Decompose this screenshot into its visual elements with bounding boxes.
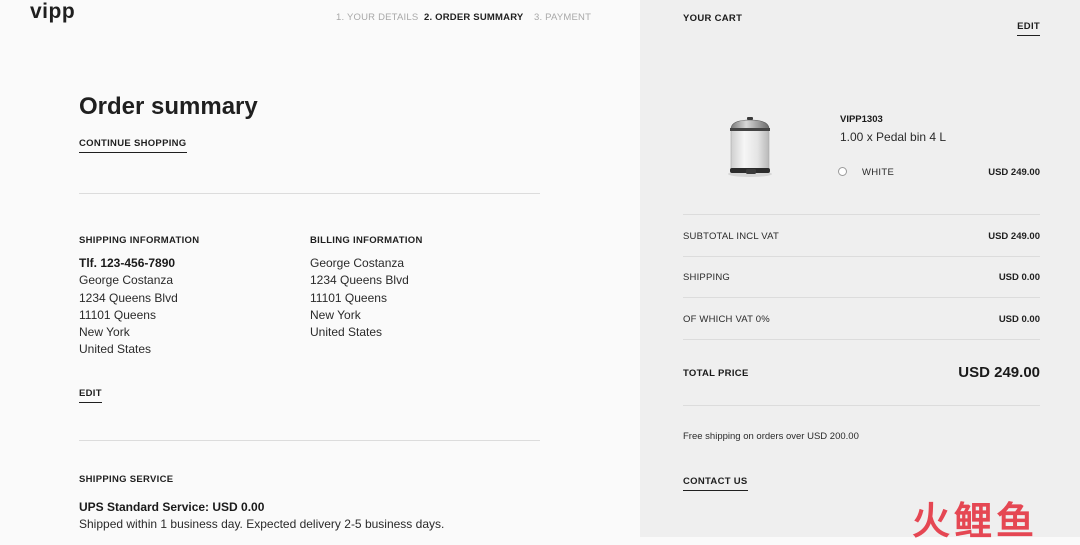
divider: [79, 440, 540, 441]
product-sku: VIPP1303: [840, 114, 883, 125]
billing-street: 1234 Queens Blvd: [310, 273, 409, 288]
contact-us-wrap: CONTACT US: [683, 471, 748, 491]
edit-address-wrap: EDIT: [79, 383, 102, 403]
color-swatch-radio: [838, 167, 847, 176]
shipping-info-heading: SHIPPING INFORMATION: [79, 235, 200, 246]
billing-state: New York: [310, 307, 361, 322]
vipp-logo[interactable]: vipp: [30, 0, 75, 24]
billing-zip-city: 11101 Queens: [310, 290, 387, 305]
divider: [683, 256, 1040, 257]
shipping-service-description: Shipped within 1 business day. Expected …: [79, 517, 445, 531]
subtotal-value: USD 249.00: [988, 231, 1040, 242]
page-title: Order summary: [79, 93, 258, 120]
divider: [683, 405, 1040, 406]
shipping-address: Tlf. 123-456-7890 George Costanza 1234 Q…: [79, 255, 178, 359]
continue-shopping-link[interactable]: CONTINUE SHOPPING: [79, 138, 187, 153]
edit-address-link[interactable]: EDIT: [79, 388, 102, 403]
billing-info-heading: BILLING INFORMATION: [310, 235, 423, 246]
shipping-street: 1234 Queens Blvd: [79, 290, 178, 305]
shipping-value: USD 0.00: [998, 272, 1040, 283]
product-color: WHITE: [862, 167, 895, 178]
shipping-service-heading: SHIPPING SERVICE: [79, 474, 174, 485]
step-order-summary: 2. ORDER SUMMARY: [424, 12, 524, 23]
total-value: USD 249.00: [958, 364, 1040, 381]
shipping-state: New York: [79, 325, 130, 340]
step-payment: 3. PAYMENT: [534, 12, 592, 23]
pedal-bin-image[interactable]: [722, 112, 778, 178]
step-your-details[interactable]: 1. YOUR DETAILS: [336, 12, 418, 23]
cart-edit-link[interactable]: EDIT: [1017, 21, 1040, 36]
cart-edit-wrap: EDIT: [1017, 16, 1040, 36]
contact-us-link[interactable]: CONTACT US: [683, 476, 748, 491]
shipping-phone: Tlf. 123-456-7890: [79, 256, 176, 270]
divider: [683, 339, 1040, 340]
product-name[interactable]: 1.00 x Pedal bin 4 L: [840, 130, 946, 144]
subtotal-label: SUBTOTAL INCL VAT: [683, 231, 779, 242]
vat-value: USD 0.00: [998, 314, 1040, 325]
free-shipping-note: Free shipping on orders over USD 200.00: [683, 431, 859, 442]
shipping-name: George Costanza: [79, 273, 174, 288]
divider: [79, 193, 540, 194]
continue-shopping-wrap: CONTINUE SHOPPING: [79, 133, 187, 153]
divider: [683, 214, 1040, 215]
billing-name: George Costanza: [310, 256, 405, 270]
shipping-service-name: UPS Standard Service: USD 0.00: [79, 500, 265, 514]
shipping-label: SHIPPING: [683, 272, 730, 283]
billing-address: George Costanza 1234 Queens Blvd 11101 Q…: [310, 255, 409, 341]
product-price: USD 249.00: [988, 167, 1040, 178]
shipping-country: United States: [79, 342, 152, 357]
shipping-zip-city: 11101 Queens: [79, 307, 156, 322]
cart-panel: [640, 0, 1080, 537]
billing-country: United States: [310, 325, 383, 340]
total-label: TOTAL PRICE: [683, 368, 749, 379]
divider: [683, 297, 1040, 298]
vat-label: OF WHICH VAT 0%: [683, 314, 770, 325]
cart-title: YOUR CART: [683, 13, 743, 24]
